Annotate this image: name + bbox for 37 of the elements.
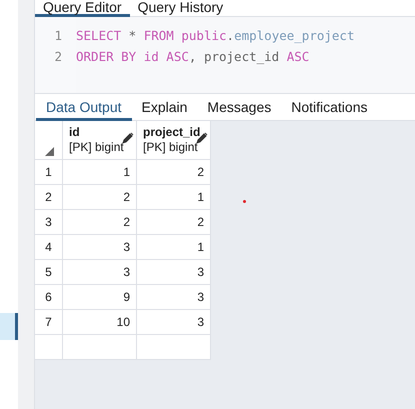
table-cell: 1 bbox=[63, 160, 137, 185]
table-cell: 2 bbox=[63, 185, 137, 210]
row-number: 3 bbox=[35, 210, 63, 235]
column-name: project_id bbox=[143, 125, 202, 140]
sort-corner-icon[interactable] bbox=[45, 147, 54, 156]
editor-tab[interactable]: Query History bbox=[130, 0, 232, 17]
table-cell: 3 bbox=[63, 260, 137, 285]
table-cell: 3 bbox=[137, 310, 211, 335]
row-number: 7 bbox=[35, 310, 63, 335]
row-number: 6 bbox=[35, 285, 63, 310]
line-number: 1 bbox=[53, 27, 63, 45]
line-number: 2 bbox=[53, 48, 63, 66]
table-cell: 1 bbox=[137, 235, 211, 260]
table-cell: 3 bbox=[137, 285, 211, 310]
table-cell: 3 bbox=[63, 235, 137, 260]
result-tab[interactable]: Notifications bbox=[281, 99, 378, 121]
table-cell: 2 bbox=[137, 160, 211, 185]
row-number: 2 bbox=[35, 185, 63, 210]
sidebar-item[interactable] bbox=[0, 313, 18, 340]
column-name: id bbox=[69, 125, 81, 140]
row-number: 1 bbox=[35, 160, 63, 185]
row-number: 4 bbox=[35, 235, 63, 260]
table-cell: 10 bbox=[63, 310, 137, 335]
result-tab[interactable]: Explain bbox=[132, 99, 198, 121]
table-cell: 2 bbox=[137, 210, 211, 235]
code-line: ORDER BY id ASC, project_id ASC bbox=[76, 48, 310, 66]
marker-dot bbox=[243, 200, 246, 203]
table-cell: 3 bbox=[137, 260, 211, 285]
column-type: [PK] bigint bbox=[69, 140, 125, 155]
result-tab[interactable]: Messages bbox=[197, 99, 282, 121]
row-number: 5 bbox=[35, 260, 63, 285]
table-cell: 2 bbox=[63, 210, 137, 235]
column-type: [PK] bigint bbox=[143, 140, 199, 155]
table-cell: 1 bbox=[137, 185, 211, 210]
code-line: SELECT * FROM public.employee_project bbox=[76, 27, 356, 45]
table-cell: 9 bbox=[63, 285, 137, 310]
pencil-icon bbox=[122, 132, 134, 144]
